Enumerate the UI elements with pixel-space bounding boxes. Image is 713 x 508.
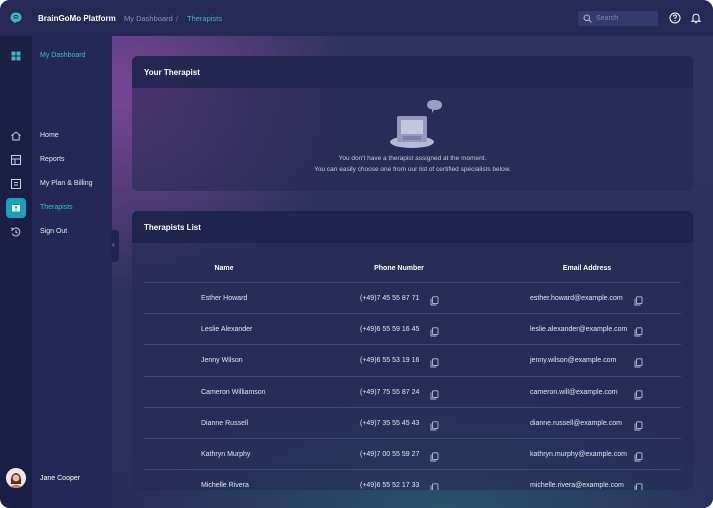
copy-email-icon[interactable] xyxy=(634,324,643,337)
sidebar-item-billing[interactable]: My Plan & Billing xyxy=(40,180,93,187)
copy-phone-icon[interactable] xyxy=(430,355,439,368)
therapist-email: cameron.will@example.com xyxy=(530,388,618,396)
search-input[interactable]: Search xyxy=(578,11,658,26)
column-header-name[interactable]: Name xyxy=(204,265,244,272)
reports-icon[interactable] xyxy=(9,153,23,167)
billing-icon[interactable] xyxy=(9,177,23,191)
home-icon[interactable] xyxy=(9,129,23,143)
your-therapist-header: Your Therapist xyxy=(132,56,693,88)
brain-logo-icon[interactable] xyxy=(9,11,23,25)
copy-phone-icon[interactable] xyxy=(430,449,439,462)
empty-message-line-1: You don't have a therapist assigned at t… xyxy=(338,155,487,162)
copy-phone-icon[interactable] xyxy=(430,418,439,431)
sign-out-icon[interactable] xyxy=(9,225,23,239)
therapist-email: michelle.rivera@example.com xyxy=(530,482,624,490)
therapist-name[interactable]: Michelle Rivera xyxy=(201,482,249,489)
therapist-name[interactable]: Esther Howard xyxy=(201,295,247,302)
therapist-email: kathryn.murphy@example.com xyxy=(530,451,627,458)
avatar[interactable] xyxy=(6,468,26,488)
breadcrumb-separator: / xyxy=(176,14,179,23)
empty-message-line-2: You can easily choose one from our list … xyxy=(314,166,511,173)
table-row[interactable]: Leslie Alexander (+49)6 55 59 16 45 leslie… xyxy=(144,313,681,344)
therapist-phone: (+49)7 35 55 45 43 xyxy=(360,419,420,427)
sidebar-item-sign-out[interactable]: Sign Out xyxy=(40,228,67,235)
therapists-list-title: Therapists List xyxy=(144,223,201,232)
your-therapist-title: Your Therapist xyxy=(144,68,200,77)
copy-email-icon[interactable] xyxy=(634,355,643,368)
table-row[interactable]: Esther Howard (+49)7 45 55 87 71 esther.ho… xyxy=(144,282,681,313)
therapist-phone: (+49)6 55 53 19 16 xyxy=(360,357,420,365)
therapist-name[interactable]: Jenny Wilson xyxy=(201,357,243,364)
therapist-email: dianne.russell@example.com xyxy=(530,419,622,427)
therapist-phone: (+49)6 55 52 17 33 xyxy=(360,482,420,490)
user-name[interactable]: Jane Cooper xyxy=(40,475,80,482)
user-avatar-icon xyxy=(6,468,26,488)
therapist-email: leslie.alexander@example.com xyxy=(530,326,628,334)
table-row[interactable]: Dianne Russell (+49)7 35 55 45 43 dianne.r… xyxy=(144,406,681,438)
bell-icon[interactable] xyxy=(690,12,702,24)
search-placeholder: Search xyxy=(596,14,619,22)
copy-phone-icon[interactable] xyxy=(430,324,439,337)
copy-email-icon[interactable] xyxy=(634,480,643,490)
therapist-name[interactable]: Kathryn Murphy xyxy=(201,451,250,458)
copy-phone-icon[interactable] xyxy=(430,293,439,306)
therapists-icon xyxy=(12,205,20,212)
breadcrumb-therapists: Therapists xyxy=(187,14,223,23)
chevron-left-icon: ‹ xyxy=(112,240,115,249)
therapists-list-header: Therapists List xyxy=(132,211,693,243)
table-row[interactable]: Jenny Wilson (+49)6 55 53 19 16 jenny.wils… xyxy=(144,344,681,375)
breadcrumb-my-dashboard[interactable]: My Dashboard xyxy=(124,14,173,23)
search-icon xyxy=(583,14,592,23)
therapist-email: esther.howard@example.com xyxy=(530,295,623,302)
therapists-list-card: Therapists List Name Phone Number Email … xyxy=(132,211,693,490)
copy-email-icon[interactable] xyxy=(634,449,643,462)
sidebar-item-therapists[interactable]: Therapists xyxy=(40,204,73,211)
sidebar-item-home[interactable]: Home xyxy=(40,132,59,139)
app-name: BrainGoMo Platform xyxy=(38,14,116,23)
therapist-name[interactable]: Leslie Alexander xyxy=(201,326,252,333)
dashboard-icon[interactable] xyxy=(9,49,23,63)
copy-phone-icon[interactable] xyxy=(430,387,439,400)
sidebar xyxy=(32,0,112,508)
column-header-phone[interactable]: Phone Number xyxy=(359,265,439,272)
therapist-phone: (+49)7 75 55 87 24 xyxy=(360,388,420,396)
app-window: BrainGoMo Platform My Dashboard / Therap… xyxy=(0,0,713,508)
therapist-email: jenny.wilson@example.com xyxy=(530,357,617,365)
copy-email-icon[interactable] xyxy=(634,418,643,431)
therapist-phone: (+49)7 00 55 59 27 xyxy=(360,451,420,458)
column-header-email[interactable]: Email Address xyxy=(547,265,627,272)
empty-therapist-illustration xyxy=(390,100,442,148)
therapist-name[interactable]: Cameron Williamson xyxy=(201,389,266,396)
icon-rail xyxy=(0,0,32,508)
therapist-phone: (+49)7 45 55 87 71 xyxy=(360,295,420,302)
sidebar-collapse-button[interactable]: ‹ xyxy=(111,230,119,262)
therapist-name[interactable]: Dianne Russell xyxy=(201,420,248,427)
copy-email-icon[interactable] xyxy=(634,293,643,306)
your-therapist-card: Your Therapist You don't have a therapis… xyxy=(132,56,693,191)
table-row[interactable]: Kathryn Murphy (+49)7 00 55 59 27 kathryn.… xyxy=(144,438,681,469)
sidebar-section-my-dashboard[interactable]: My Dashboard xyxy=(40,52,86,59)
copy-phone-icon[interactable] xyxy=(430,480,439,490)
copy-email-icon[interactable] xyxy=(634,387,643,400)
table-row[interactable]: Cameron Williamson (+49)7 75 55 87 24 came… xyxy=(144,375,681,407)
table-row[interactable]: Michelle Rivera (+49)6 55 52 17 33 michell… xyxy=(144,469,681,490)
sidebar-item-reports[interactable]: Reports xyxy=(40,156,65,163)
help-icon[interactable] xyxy=(669,12,681,24)
therapist-phone: (+49)6 55 59 16 45 xyxy=(360,326,420,334)
